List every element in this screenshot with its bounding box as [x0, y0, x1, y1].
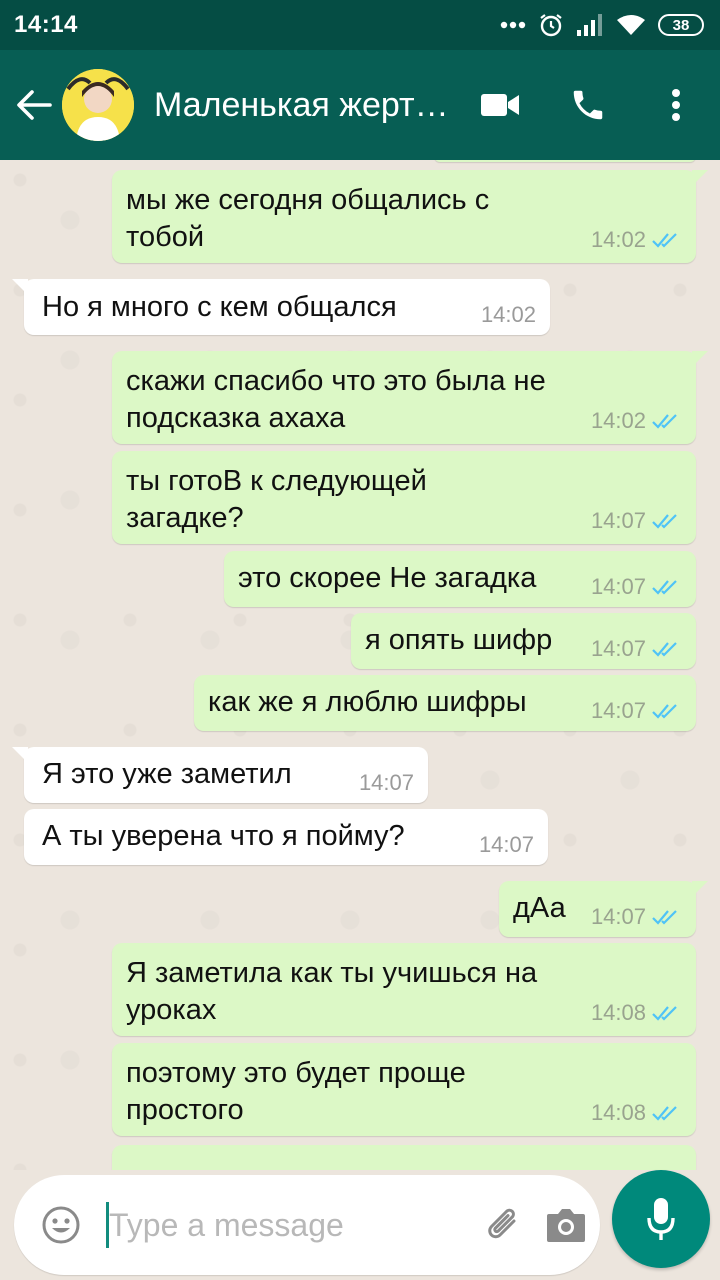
message-time: 14:07 [590, 574, 646, 599]
video-camera-icon [481, 94, 519, 116]
message-time: 14:07 [590, 636, 646, 661]
message-text: Но я много с кем общался [42, 291, 397, 323]
status-bar: 14:14 38 [0, 0, 720, 50]
double-check-icon [652, 1106, 677, 1121]
message-time: 14:07 [590, 698, 646, 723]
message-time: 14:07 [590, 904, 646, 929]
message-time: 14:07 [478, 832, 534, 857]
battery-indicator: 38 [658, 14, 704, 36]
camera-button[interactable] [535, 1175, 597, 1275]
emoji-button[interactable] [18, 1175, 104, 1275]
status-icons: 38 [500, 12, 704, 38]
more-dots-icon [500, 21, 526, 29]
message-bubble-outgoing[interactable]: я опять шифр 14:07 [351, 613, 696, 669]
attach-button[interactable] [473, 1175, 535, 1275]
double-check-icon [652, 580, 677, 595]
contact-avatar[interactable] [62, 69, 134, 141]
video-call-button[interactable] [456, 50, 544, 160]
chat-header: Маленькая жерт… [0, 50, 720, 160]
message-time: 14:08 [590, 1000, 646, 1025]
double-check-icon [652, 910, 677, 925]
message-time: 14:02 [590, 227, 646, 252]
phone-icon [573, 90, 603, 120]
double-check-icon [652, 642, 677, 657]
status-time: 14:14 [14, 11, 78, 38]
message-text: мы же сегодня общались с тобой [126, 184, 490, 253]
message-bubble-outgoing[interactable]: ты готоВ к следующей загадке? 14:07 [112, 451, 696, 544]
message-text: ты готоВ к следующей загадке? [126, 465, 427, 534]
message-text: Я заметила как ты учишься на уроках [126, 957, 538, 1026]
microphone-icon [647, 1198, 675, 1240]
message-text: скажи спасибо что это была не подсказка … [126, 365, 546, 434]
message-text: поэтому это будет проще простого [126, 1057, 466, 1126]
compose-box [14, 1175, 600, 1275]
back-button[interactable] [6, 50, 62, 160]
voice-call-button[interactable] [544, 50, 632, 160]
overflow-menu-button[interactable] [632, 50, 720, 160]
message-time: 14:07 [590, 508, 646, 533]
message-bubble-incoming[interactable]: Но я много с кем общался 14:02 [12, 279, 550, 335]
paperclip-icon [488, 1208, 516, 1239]
message-text: дАа [513, 892, 566, 924]
message-text: как же я люблю шифры [208, 686, 527, 718]
signal-icon [576, 13, 604, 37]
message-bubble-outgoing[interactable]: дАа 14:07 [499, 881, 708, 937]
voice-record-button[interactable] [612, 1170, 710, 1268]
message-input[interactable] [109, 1206, 469, 1244]
emoji-icon [42, 1206, 80, 1244]
double-check-icon [652, 1006, 677, 1021]
message-text: я опять шифр [365, 624, 553, 656]
double-check-icon [652, 233, 677, 248]
double-check-icon [652, 704, 677, 719]
message-list[interactable]: мы же сегодня общались с тобой 14:02 Но … [0, 160, 720, 1170]
message-bubble-outgoing[interactable]: это скорее Не загадка 14:07 [224, 551, 696, 607]
camera-icon [547, 1209, 585, 1242]
message-time: 14:08 [590, 1100, 646, 1125]
message-bubble-outgoing[interactable]: мы же сегодня общались с тобой 14:02 [112, 170, 708, 263]
message-text: А ты уверена что я пойму? [42, 820, 405, 852]
more-vert-icon [672, 89, 680, 121]
message-text: это скорее Не загадка [238, 562, 537, 594]
message-bubble-outgoing[interactable]: скажи спасибо что это была не подсказка … [112, 351, 708, 444]
message-bubble-incoming[interactable]: Я это уже заметил 14:07 [12, 747, 428, 803]
message-time: 14:07 [358, 770, 414, 795]
back-arrow-icon [17, 90, 52, 120]
double-check-icon [652, 414, 677, 429]
message-text: Я это уже заметил [42, 758, 292, 790]
wifi-icon [616, 13, 646, 37]
message-time: 14:02 [480, 302, 536, 327]
message-bubble-outgoing[interactable]: как же я люблю шифры 14:07 [194, 675, 696, 731]
message-bubble-partial [112, 1145, 696, 1170]
contact-name[interactable]: Маленькая жерт… [154, 86, 454, 125]
message-time: 14:02 [590, 408, 646, 433]
message-bubble-partial [434, 160, 696, 162]
alarm-icon [538, 12, 564, 38]
message-bubble-outgoing[interactable]: Я заметила как ты учишься на уроках 14:0… [112, 943, 696, 1036]
message-bubble-outgoing[interactable]: поэтому это будет проще простого 14:08 [112, 1043, 696, 1136]
double-check-icon [652, 514, 677, 529]
message-bubble-incoming[interactable]: А ты уверена что я пойму? 14:07 [24, 809, 548, 865]
